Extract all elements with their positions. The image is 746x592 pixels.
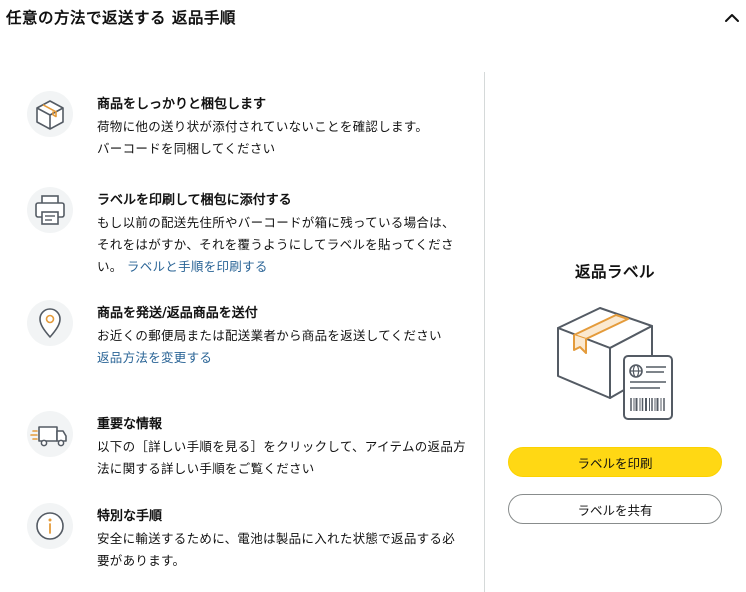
section-header: 任意の方法で返送する 返品手順 — [0, 0, 746, 36]
return-label-title: 返品ラベル — [574, 263, 655, 281]
step-title: 商品を発送/返品商品を送付 — [97, 306, 258, 321]
column-divider — [484, 72, 485, 592]
step-description: バーコードを同梱してください — [97, 141, 276, 156]
step-description: お近くの郵便局または配送業者から商品を返送してください — [97, 328, 442, 343]
step-title: 商品をしっかりと梱包します — [97, 97, 267, 112]
step-description: もし以前の配送先住所やバーコードが箱に残っている場合は、それをはがすか、それを覆… — [97, 212, 467, 278]
delivery-truck-icon — [26, 410, 74, 458]
info-icon — [26, 502, 74, 550]
step-description: 荷物に他の送り状が添付されていないことを確認します。 — [97, 119, 429, 134]
location-pin-icon — [26, 299, 74, 347]
share-label-button[interactable]: ラベルを共有 — [508, 494, 722, 524]
step-description: 安全に輸送するために、電池は製品に入れた状態で返品する必要があります。 — [97, 531, 456, 568]
step-description: 以下の［詳しい手順を見る］をクリックして、アイテムの返品方法に関する詳しい手順を… — [97, 439, 466, 476]
section-title: 任意の方法で返送する 返品手順 — [6, 9, 236, 27]
print-label-button[interactable]: ラベルを印刷 — [508, 447, 722, 477]
step-title: 特別な手順 — [97, 509, 163, 524]
package-icon — [26, 90, 74, 138]
step-title: ラベルを印刷して梱包に添付する — [97, 193, 292, 208]
print-label-instructions-link[interactable]: ラベルと手順を印刷する — [127, 259, 268, 274]
change-return-method-link[interactable]: 返品方法を変更する — [97, 347, 467, 369]
package-label-icon — [550, 290, 680, 425]
chevron-up-icon[interactable] — [723, 10, 741, 24]
step-title: 重要な情報 — [97, 417, 163, 432]
printer-icon — [26, 186, 74, 234]
